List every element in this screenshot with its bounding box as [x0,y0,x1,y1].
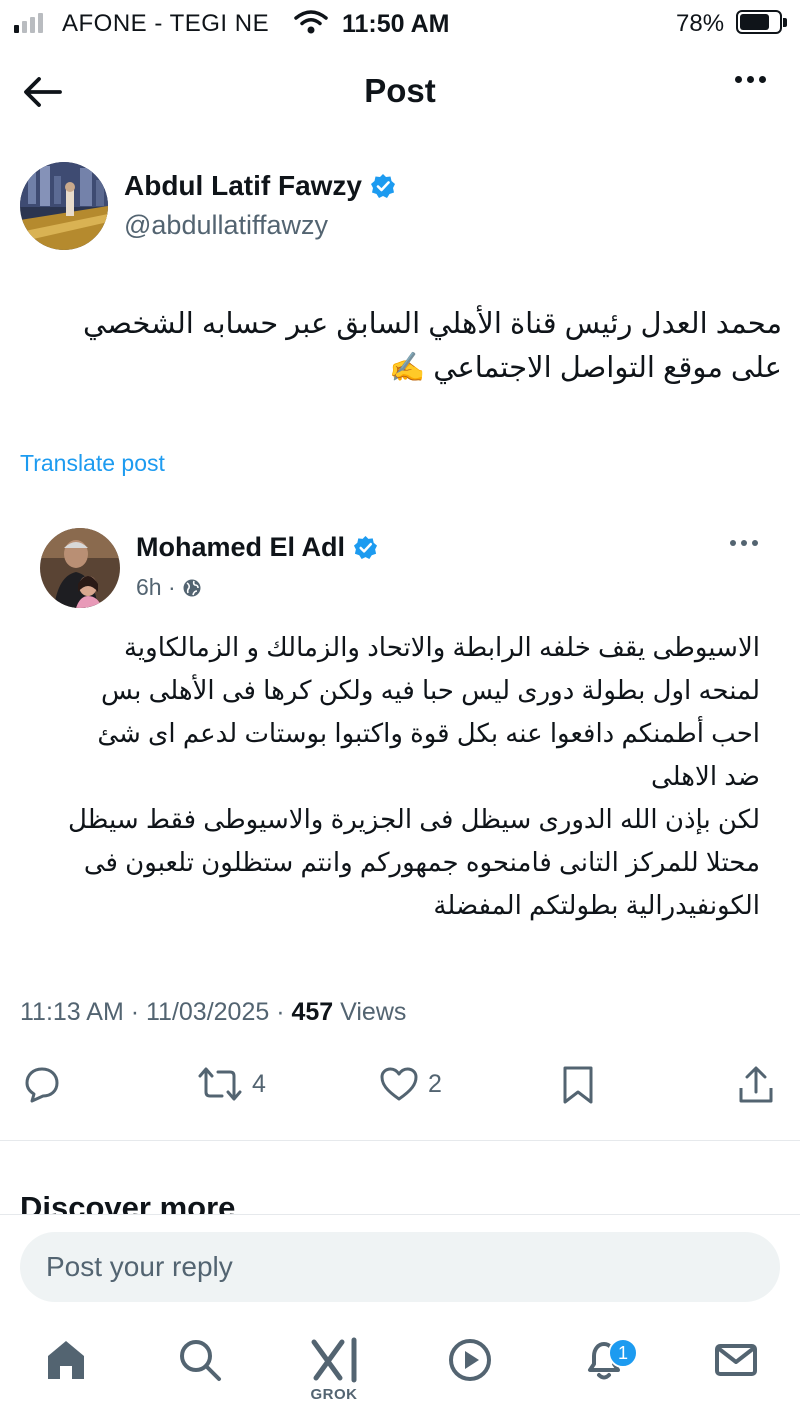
mail-icon [715,1344,757,1376]
reply-button[interactable] [22,1064,70,1104]
post-meta: 11:13 AM · 11/03/2025 · 457 Views [20,998,406,1027]
post-timestamp: 11:13 AM · 11/03/2025 · [20,998,292,1026]
repost-icon [198,1067,242,1101]
bottom-navigation: GROK 1 [0,1336,800,1416]
heart-icon [380,1067,418,1101]
quoted-text-line: ضد الاهلى [651,761,760,791]
nav-messages[interactable] [706,1336,766,1406]
share-button[interactable] [736,1064,776,1106]
quoted-post-meta: 6h · [136,574,202,601]
status-bar: AFONE - TEGI NE 11:50 AM 78% [0,0,800,46]
home-icon [48,1341,84,1379]
views-label: Views [333,998,407,1026]
verified-badge-icon [371,174,395,198]
post-text: محمد العدل رئيس قناة الأهلي السابق عبر ح… [20,302,782,390]
nav-home[interactable] [36,1336,96,1406]
wifi-icon [294,9,328,40]
quoted-text-line: الكونفيدرالية بطولتكم المفضلة [433,890,760,920]
nav-notifications[interactable]: 1 [574,1336,638,1406]
author-name[interactable]: Abdul Latif Fawzy [124,170,396,202]
nav-search[interactable] [170,1336,230,1406]
post-text-line: على موقع التواصل الاجتماعي ✍️ [389,352,782,384]
nav-grok[interactable]: GROK [304,1336,364,1406]
status-time: 11:50 AM [342,10,450,38]
repost-button[interactable]: 4 [196,1064,266,1104]
translate-post-link[interactable]: Translate post [20,450,165,477]
quoted-text-line: محتلا للمركز التانى فامنحوه جمهوركم وانت… [83,847,760,877]
battery-icon [736,10,787,34]
quoted-post-header[interactable]: Mohamed El Adl 6h · [40,528,780,608]
play-icon [449,1339,491,1381]
quoted-text-line: لكن بإذن الله الدورى سيظل فى الجزيرة وال… [67,804,760,834]
like-count: 2 [428,1069,442,1098]
quoted-text-line: احب أطمنكم دافعوا عنه بكل قوة واكتبوا بو… [97,718,760,748]
post-actions: 4 2 [0,1064,800,1112]
bookmark-button[interactable] [560,1064,596,1106]
divider [0,1140,800,1141]
quoted-post-time: 6h · [136,574,176,600]
like-button[interactable]: 2 [378,1064,442,1104]
more-options-button[interactable] [735,76,766,83]
quoted-post-text: الاسيوطى يقف خلفه الرابطة والاتحاد والزم… [40,626,760,927]
verified-badge-icon [353,535,378,560]
more-horizontal-icon [735,76,742,83]
quoted-author-name[interactable]: Mohamed El Adl [136,532,378,563]
cellular-signal-icon [14,13,43,33]
post-author[interactable]: Abdul Latif Fawzy @abdullatiffawzy [20,162,780,254]
post-header: Post [0,52,800,130]
author-avatar[interactable] [20,162,108,250]
grok-label: GROK [310,1386,358,1403]
carrier-name: AFONE - TEGI NE [62,10,270,37]
grok-icon [311,1337,357,1383]
battery-percent: 78% [676,10,725,37]
reply-icon [25,1067,59,1103]
quoted-author-avatar[interactable] [40,528,120,608]
search-icon [180,1340,221,1381]
bookmark-icon [563,1066,593,1104]
post-text-line: محمد العدل رئيس قناة الأهلي السابق عبر ح… [83,308,782,340]
globe-icon [183,579,201,596]
quoted-text-line: الاسيوطى يقف خلفه الرابطة والاتحاد والزم… [123,632,760,662]
repost-count: 4 [252,1069,266,1098]
quoted-more-button[interactable] [730,540,758,546]
page-title: Post [364,72,436,109]
share-icon [739,1066,773,1103]
views-count[interactable]: 457 [291,998,333,1026]
discover-more-heading: Discover more [20,1190,236,1216]
quoted-text-line: لمنحه اول بطولة دورى ليس حبا فيه ولكن كر… [100,675,760,705]
author-handle[interactable]: @abdullatiffawzy [124,210,328,241]
notification-badge: 1 [608,1338,638,1368]
more-horizontal-icon [730,540,736,546]
reply-input[interactable]: Post your reply [20,1232,780,1302]
nav-video[interactable] [440,1336,500,1406]
